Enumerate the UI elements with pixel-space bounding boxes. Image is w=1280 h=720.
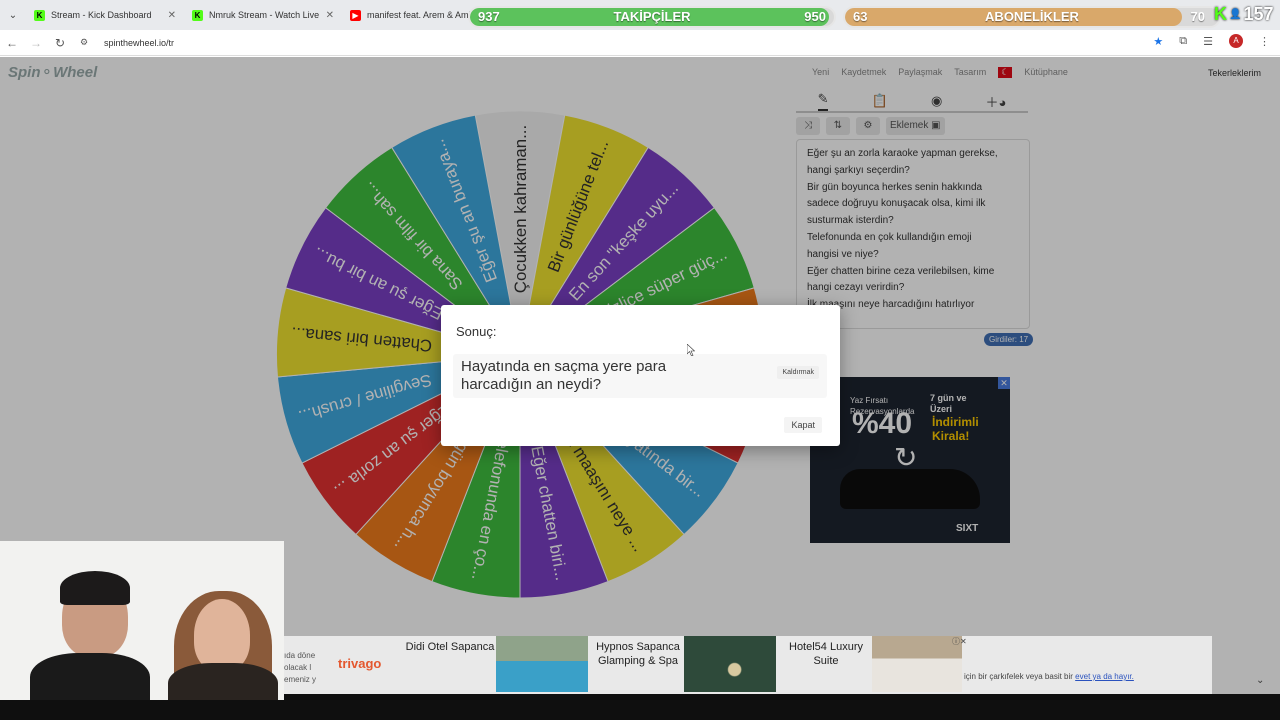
result-text: Hayatında en saçma yere para harcadığın … xyxy=(461,358,667,393)
hotel-image-forest[interactable] xyxy=(684,636,776,692)
streamer-male-body xyxy=(30,653,150,700)
back-arrow-icon[interactable]: ← xyxy=(0,36,24,50)
site-info-icon[interactable]: ⚙ xyxy=(72,37,96,48)
result-dialog: Sonuç: Hayatında en saçma yere para harc… xyxy=(441,305,840,446)
tab-search-icon[interactable]: ⌄ xyxy=(0,10,26,21)
ad-close-icon[interactable]: ⓘ✕ xyxy=(952,636,967,647)
address-bar: ← → ↻ ⚙ spinthewheel.io/tr ★ ⧉ ☰ A ⋮ xyxy=(0,30,1280,56)
ad-left-line: emeniz y xyxy=(284,675,317,684)
kick-icon: K xyxy=(1214,4,1227,24)
profile-avatar[interactable]: A xyxy=(1229,34,1243,48)
hotel-name[interactable]: Didi Otel Sapanca xyxy=(398,640,502,654)
reload-icon[interactable]: ↻ xyxy=(48,36,72,50)
viewer-count: K 👤 157 xyxy=(1214,4,1274,25)
followers-goal-bar: 937 TAKİPÇİLER 950 xyxy=(468,6,836,28)
ad-left-text: ıda döne olacak l emeniz y xyxy=(284,650,316,686)
hotel-image-pool[interactable] xyxy=(496,636,588,692)
reading-list-icon[interactable]: ☰ xyxy=(1203,35,1213,48)
streamer-female xyxy=(194,599,250,671)
viewer-count-value: 157 xyxy=(1243,4,1274,24)
hotel-image-room[interactable] xyxy=(872,636,962,692)
yes-no-link[interactable]: evet ya da hayır. xyxy=(1075,672,1134,681)
viewer-person-icon: 👤 xyxy=(1229,9,1242,20)
tab-title: Stream - Kick Dashboard xyxy=(51,10,152,20)
mouse-cursor-icon xyxy=(687,344,695,356)
streamer-female-body xyxy=(168,663,278,700)
bookmark-star-icon[interactable]: ★ xyxy=(1153,35,1163,48)
extensions-icon[interactable]: ⧉ xyxy=(1179,35,1187,48)
ad-right-text: için bir çarkıfelek veya basit bir evet … xyxy=(964,672,1134,681)
close-icon[interactable]: ✕ xyxy=(168,10,176,21)
streamer-male-hair xyxy=(60,571,130,605)
trivago-ad-banner[interactable]: ıda döne olacak l emeniz y trivago Didi … xyxy=(280,636,1212,694)
address-bar-actions: ★ ⧉ ☰ A ⋮ xyxy=(1153,34,1270,48)
hotel-name[interactable]: Hotel54 Luxury Suite xyxy=(780,640,872,668)
webcam-overlay xyxy=(0,541,284,700)
browser-tab-kick-stream[interactable]: K Nmruk Stream - Watch Live on ✕ xyxy=(184,2,342,28)
youtube-icon: ▶ xyxy=(350,9,361,21)
more-menu-icon[interactable]: ⋮ xyxy=(1259,35,1270,48)
ad-left-line: olacak l xyxy=(284,663,312,672)
subscribers-label: ABONELİKLER xyxy=(985,9,1079,24)
result-dialog-title: Sonuç: xyxy=(456,324,497,339)
kick-icon: K xyxy=(192,9,203,21)
result-box: Hayatında en saçma yere para harcadığın … xyxy=(453,354,827,398)
ad-left-line: ıda döne xyxy=(284,651,316,660)
followers-label: TAKİPÇİLER xyxy=(613,9,691,24)
close-icon[interactable]: ✕ xyxy=(326,10,334,21)
ad-right-label: için bir çarkıfelek veya basit bir xyxy=(964,672,1073,681)
followers-goal: 950 xyxy=(804,9,826,24)
browser-tab-kick-dashboard[interactable]: K Stream - Kick Dashboard ✕ xyxy=(26,2,184,28)
hotel-name[interactable]: Hypnos Sapanca Glamping & Spa xyxy=(592,640,684,668)
remove-button[interactable]: Kaldırmak xyxy=(777,366,819,379)
kick-icon: K xyxy=(34,9,45,21)
tab-title: Nmruk Stream - Watch Live on xyxy=(209,10,320,20)
forward-arrow-icon[interactable]: → xyxy=(24,36,48,50)
screen: ⌄ K Stream - Kick Dashboard ✕ K Nmruk St… xyxy=(0,0,1280,720)
trivago-logo: trivago xyxy=(338,656,382,671)
url-input[interactable]: spinthewheel.io/tr xyxy=(104,38,174,48)
subscribers-goal-bar: 63 ABONELİKLER 70 xyxy=(843,6,1221,28)
close-button[interactable]: Kapat xyxy=(784,417,822,433)
subscribers-goal: 70 xyxy=(1190,9,1205,24)
